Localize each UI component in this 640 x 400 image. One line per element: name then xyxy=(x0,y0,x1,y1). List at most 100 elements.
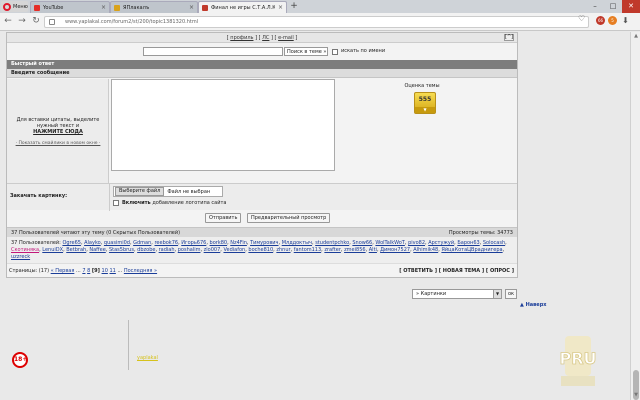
user-link[interactable]: Димон7527 xyxy=(380,247,410,253)
user-link[interactable]: radiah xyxy=(159,247,175,253)
tab-yaplakal[interactable]: ЯПлакалъ × xyxy=(110,1,198,13)
footer-link[interactable]: yaplakal xyxy=(137,355,158,361)
logo-checkbox[interactable] xyxy=(113,200,119,206)
attach-image-row: Закачать картинку: Выберите файл Файл не… xyxy=(7,183,517,211)
user-link[interactable]: dbzobe xyxy=(137,247,155,253)
user-link[interactable]: Solocash xyxy=(483,240,505,246)
user-link[interactable]: Барон63 xyxy=(457,240,479,246)
user-link[interactable]: Alhimik48 xyxy=(413,247,438,253)
maximize-button[interactable]: □ xyxy=(604,0,622,13)
user-link[interactable]: zrafter xyxy=(324,247,341,253)
forward-icon[interactable]: → xyxy=(17,16,27,26)
last-page-link[interactable]: Последняя » xyxy=(124,268,157,274)
user-link[interactable]: Alti xyxy=(369,247,377,253)
user-link[interactable]: zhnur xyxy=(276,247,290,253)
choose-file-button[interactable]: Выберите файл xyxy=(115,187,165,196)
search-by-name-option[interactable]: искать по имени xyxy=(332,48,385,55)
reload-icon[interactable]: ↻ xyxy=(31,16,41,26)
user-link[interactable]: LenuiDX xyxy=(42,247,63,253)
user-link[interactable]: zlo007 xyxy=(204,247,221,253)
user-link[interactable]: fantom113 xyxy=(294,247,321,253)
user-link[interactable]: zmei856 xyxy=(344,247,366,253)
user-link[interactable]: reebok76 xyxy=(154,240,178,246)
minimize-button[interactable]: – xyxy=(586,0,604,13)
user-link[interactable]: Gdman xyxy=(133,240,151,246)
quote-click-link[interactable]: НАЖМИТЕ СЮДА xyxy=(33,129,83,135)
user-link[interactable]: ЯйцаКотаЦВраднигера xyxy=(441,247,502,253)
extension-badge-icon[interactable]: 66 xyxy=(596,16,605,25)
user-link[interactable]: poshalim xyxy=(178,247,201,253)
user-link[interactable]: Млддоктыч xyxy=(282,240,312,246)
user-link[interactable]: Арстужуй xyxy=(428,240,454,246)
youtube-favicon-icon xyxy=(34,4,40,11)
attach-image-label: Закачать картинку: xyxy=(10,193,68,199)
topic-rating-badge[interactable]: 555 ▼ xyxy=(414,92,436,114)
send-button[interactable]: Отправить xyxy=(205,213,242,223)
page-link[interactable]: 8 xyxy=(87,268,90,274)
search-scope-select[interactable]: Поиск в теме » xyxy=(284,47,328,56)
scroll-up-icon[interactable]: ▲ xyxy=(631,33,640,39)
opera-menu-button[interactable]: Меню xyxy=(1,1,28,12)
pm-link[interactable]: ЛС xyxy=(262,35,269,41)
search-by-name-checkbox[interactable] xyxy=(332,48,338,55)
user-link[interactable]: pivo82 xyxy=(408,240,425,246)
user-link[interactable]: Stas5brus xyxy=(109,247,134,253)
tab-topic[interactable]: Финал не игры С.Т.А.Л.К.Е.Р. × xyxy=(198,1,287,13)
opera-logo-icon xyxy=(3,2,11,11)
site-info-icon[interactable] xyxy=(49,19,55,25)
close-tab-icon[interactable]: × xyxy=(278,4,283,11)
to-top-link[interactable]: ▲ Наверх xyxy=(520,302,547,308)
user-link[interactable]: Betbrah xyxy=(66,247,86,253)
user-link[interactable]: Naffee xyxy=(89,247,105,253)
preview-button[interactable]: Предварительный просмотр xyxy=(247,213,331,223)
chevron-down-icon[interactable]: ▼ xyxy=(493,290,501,298)
bookmark-heart-icon[interactable]: ♡ xyxy=(578,14,585,23)
user-links-bar: [ профиль ] [ ЛС ] [ e-mail ] [^] xyxy=(7,33,517,43)
page-link[interactable]: 10 xyxy=(102,268,108,274)
user-link[interactable]: Скотиняка xyxy=(11,247,39,253)
user-link[interactable]: Nz4Fin xyxy=(230,240,247,246)
download-icon[interactable]: ⬇ xyxy=(621,16,630,25)
forum-jump-select[interactable]: » Картинки ▼ xyxy=(412,289,502,299)
user-link[interactable]: Ogre65 xyxy=(62,240,81,246)
user-link[interactable]: Alayko xyxy=(84,240,101,246)
user-link[interactable]: bork80 xyxy=(210,240,228,246)
pru-watermark-logo: PRU xyxy=(559,336,597,386)
page-link[interactable]: 7 xyxy=(82,268,85,274)
message-textarea[interactable] xyxy=(111,79,335,171)
page-scrollbar[interactable]: ▲ ▼ xyxy=(630,32,640,400)
user-link[interactable]: studentpchko xyxy=(315,240,349,246)
logo-checkbox-bold: Включить xyxy=(122,200,151,206)
rating-dropdown-icon[interactable]: ▼ xyxy=(415,107,435,113)
user-link[interactable]: boche810 xyxy=(248,247,273,253)
close-tab-icon[interactable]: × xyxy=(189,4,194,11)
user-link[interactable]: quasimi0d xyxy=(104,240,130,246)
jump-ok-button[interactable]: ок xyxy=(505,289,517,299)
user-link[interactable]: uzzreck xyxy=(11,254,30,260)
file-input[interactable]: Выберите файл Файл не выбран xyxy=(113,186,223,197)
topic-search-input[interactable] xyxy=(143,47,283,56)
extension-badge-icon[interactable]: 5 xyxy=(608,16,617,25)
user-link[interactable]: Snow66 xyxy=(352,240,372,246)
submit-buttons-row: Отправить Предварительный просмотр xyxy=(7,211,517,225)
url-input[interactable]: www.yaplakal.com/forum2/st/200/topic1381… xyxy=(44,16,589,28)
topic-actions[interactable]: [ ОТВЕТИТЬ ] [ НОВАЯ ТЕМА ] [ ОПРОС ] xyxy=(399,264,514,278)
page-link[interactable]: 11 xyxy=(110,268,116,274)
profile-link[interactable]: профиль xyxy=(230,35,253,41)
user-link[interactable]: Игорь676 xyxy=(181,240,206,246)
back-icon[interactable]: ← xyxy=(3,16,13,26)
email-link[interactable]: e-mail xyxy=(278,35,294,41)
user-link[interactable]: WolTalkWoT xyxy=(375,240,404,246)
user-link[interactable]: Vediafon xyxy=(223,247,245,253)
new-tab-button[interactable]: + xyxy=(289,2,299,12)
first-page-link[interactable]: « Первая xyxy=(51,268,75,274)
user-link[interactable]: Тимурович xyxy=(250,240,278,246)
topic-rating-title: Оценка темы xyxy=(404,83,440,89)
tab-youtube[interactable]: YouTube × xyxy=(30,1,110,13)
scroll-up-button[interactable]: [^] xyxy=(504,34,514,41)
scroll-down-icon[interactable]: ▼ xyxy=(631,392,640,398)
close-window-button[interactable]: ✕ xyxy=(622,0,640,13)
logo-option[interactable]: Включить добавление логотипа сайта xyxy=(113,200,226,206)
close-tab-icon[interactable]: × xyxy=(101,4,106,11)
show-smiles-link[interactable]: · Показать смайлики в новом окне · xyxy=(9,141,107,146)
